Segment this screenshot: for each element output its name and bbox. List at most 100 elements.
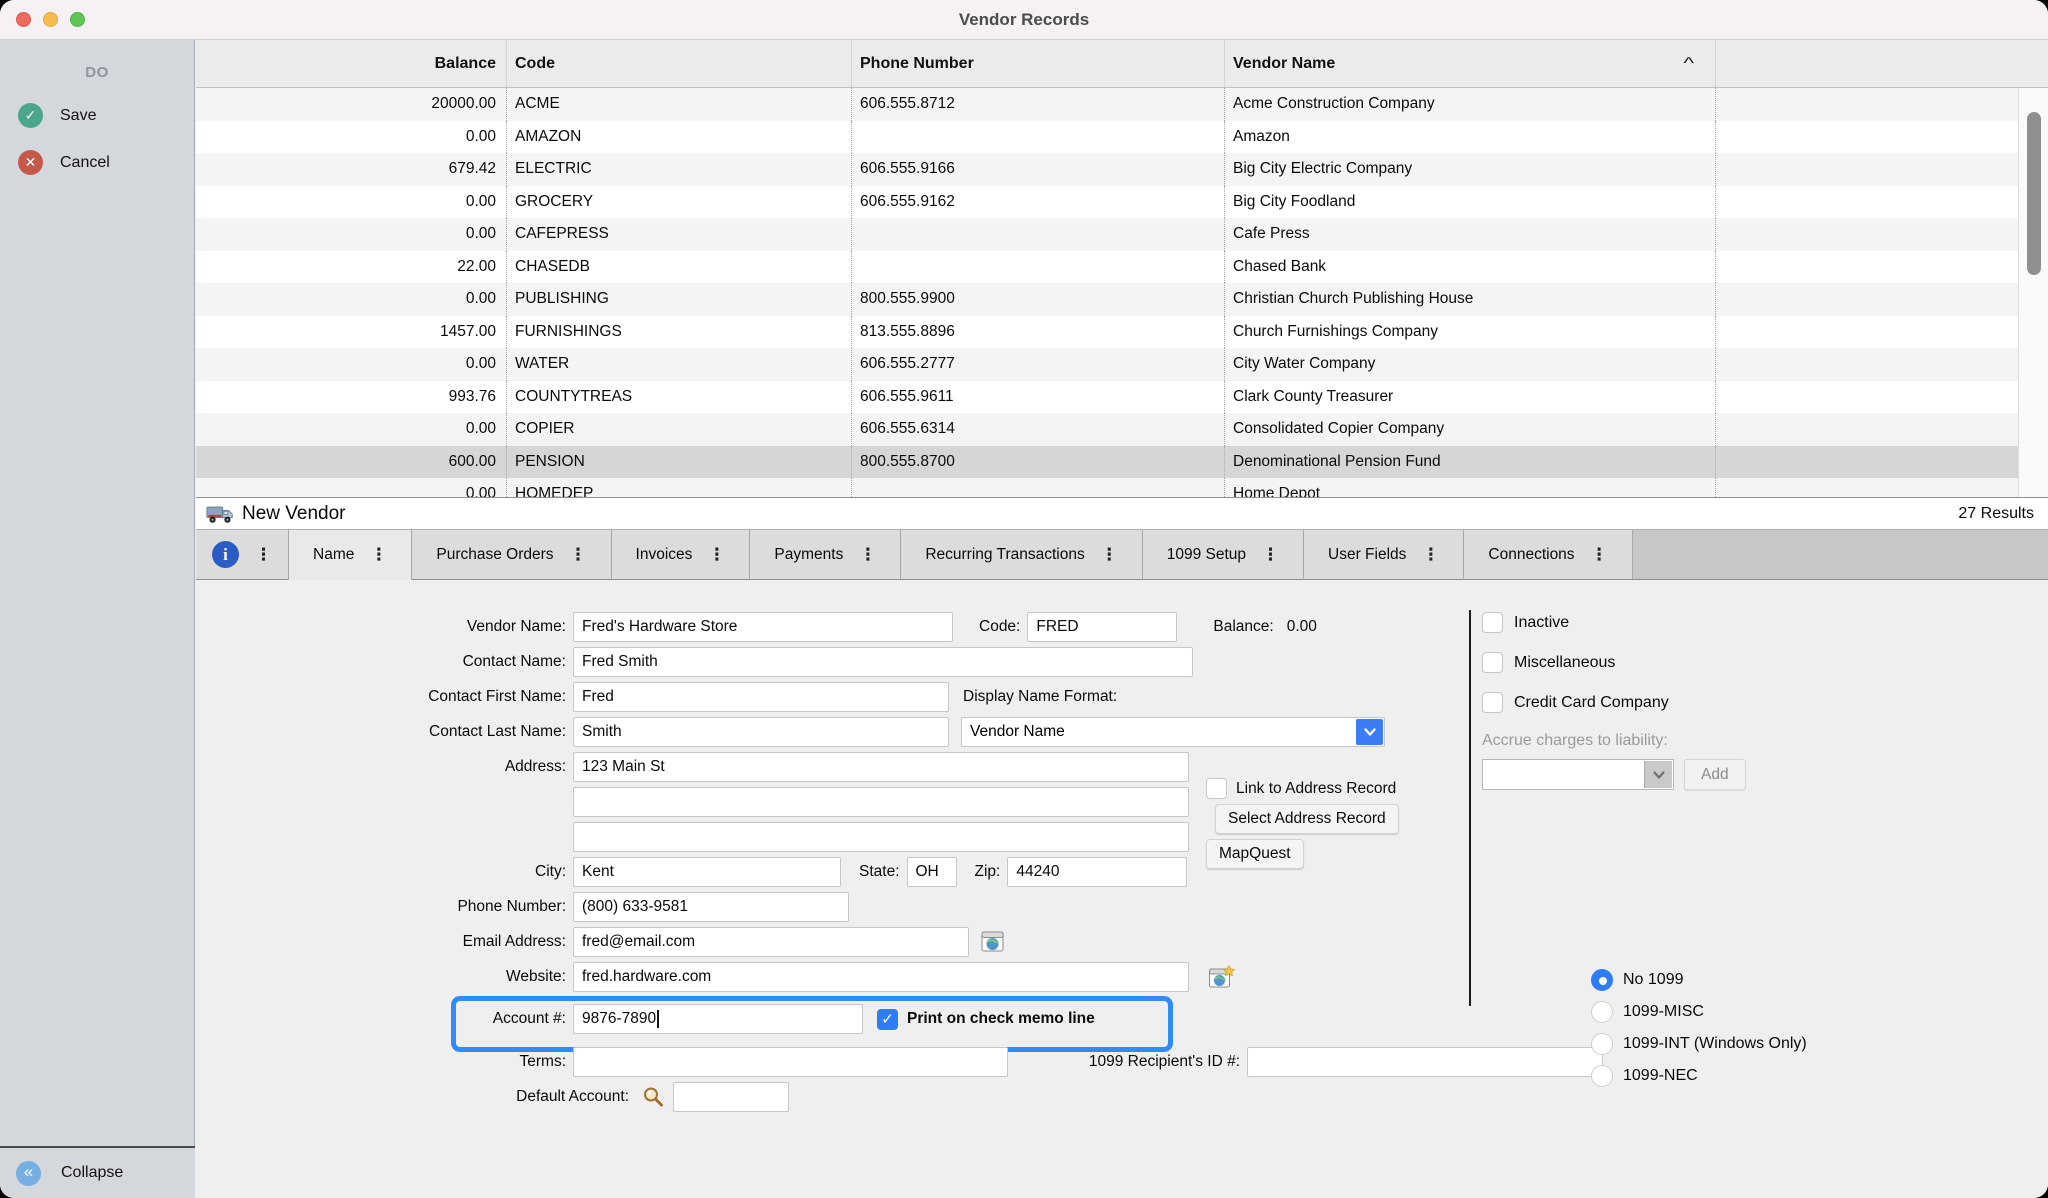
titlebar: Vendor Records [0, 0, 2048, 40]
contact-name-input[interactable]: Fred Smith [573, 647, 1193, 677]
column-header-code[interactable]: Code [507, 40, 852, 87]
close-window-button[interactable] [16, 12, 31, 27]
print-memo-checkbox[interactable]: ✓ [877, 1009, 898, 1030]
vendor-name-input[interactable]: Fred's Hardware Store [573, 612, 953, 642]
tab-label: User Fields [1328, 546, 1406, 564]
radio-button[interactable] [1591, 969, 1613, 991]
miscellaneous-label: Miscellaneous [1514, 654, 1615, 672]
kebab-menu-icon[interactable]: ⋮ [1591, 546, 1608, 563]
cell-balance: 0.00 [196, 413, 507, 446]
table-row[interactable]: 0.00 GROCERY 606.555.9162 Big City Foodl… [196, 186, 2048, 219]
kebab-menu-icon[interactable]: ⋮ [1262, 546, 1279, 563]
tab-invoices[interactable]: Invoices ⋮ [612, 530, 751, 580]
tab-name[interactable]: Name ⋮ [289, 530, 412, 580]
cancel-button[interactable]: ✕ Cancel [0, 150, 194, 175]
column-header-balance[interactable]: Balance [196, 40, 507, 87]
kebab-menu-icon[interactable]: ⋮ [370, 546, 387, 563]
add-liability-button[interactable]: Add [1684, 759, 1746, 790]
email-address-input[interactable]: fred@email.com [573, 927, 969, 957]
address-line2-input[interactable] [573, 787, 1189, 817]
cell-code: ACME [507, 88, 852, 121]
code-input[interactable]: FRED [1027, 612, 1177, 642]
table-row[interactable]: 20000.00 ACME 606.555.8712 Acme Construc… [196, 88, 2048, 121]
address-line1-input[interactable]: 123 Main St [573, 752, 1189, 782]
table-row[interactable]: 22.00 CHASEDB Chased Bank [196, 251, 2048, 284]
contact-last-name-input[interactable]: Smith [573, 717, 949, 747]
select-address-record-button[interactable]: Select Address Record [1215, 804, 1399, 834]
cell-vendor-name: Denominational Pension Fund [1225, 446, 1716, 479]
radio-1099-misc[interactable]: 1099-MISC [1591, 1001, 1807, 1023]
kebab-menu-icon[interactable]: ⋮ [1422, 546, 1439, 563]
phone-number-input[interactable]: (800) 633-9581 [573, 892, 849, 922]
credit-card-company-checkbox[interactable] [1482, 692, 1503, 713]
table-body: 20000.00 ACME 606.555.8712 Acme Construc… [196, 88, 2048, 497]
cell-vendor-name: Cafe Press [1225, 218, 1716, 251]
table-row[interactable]: 600.00 PENSION 800.555.8700 Denomination… [196, 446, 2048, 479]
website-input[interactable]: fred.hardware.com [573, 962, 1189, 992]
table-row[interactable]: 0.00 PUBLISHING 800.555.9900 Christian C… [196, 283, 2048, 316]
table-row[interactable]: 993.76 COUNTYTREAS 606.555.9611 Clark Co… [196, 381, 2048, 414]
state-input[interactable]: OH [907, 857, 957, 887]
zoom-window-button[interactable] [70, 12, 85, 27]
radio-no-1099[interactable]: No 1099 [1591, 969, 1807, 991]
column-header-vendor-name[interactable]: Vendor Name ^ [1225, 40, 1716, 87]
display-name-format-label: Display Name Format: [963, 688, 1117, 706]
radio-button[interactable] [1591, 1065, 1613, 1087]
scrollbar-thumb[interactable] [2027, 112, 2041, 275]
inactive-checkbox[interactable] [1482, 612, 1503, 633]
tab-purchase-orders[interactable]: Purchase Orders ⋮ [412, 530, 611, 580]
table-row[interactable]: 0.00 HOMEDEP Home Depot [196, 478, 2048, 497]
minimize-window-button[interactable] [43, 12, 58, 27]
kebab-menu-icon[interactable]: ⋮ [708, 546, 725, 563]
table-row[interactable]: 0.00 CAFEPRESS Cafe Press [196, 218, 2048, 251]
tab-payments[interactable]: Payments ⋮ [750, 530, 901, 580]
table-scrollbar[interactable] [2018, 88, 2048, 497]
cell-code: AMAZON [507, 121, 852, 154]
tab-connections[interactable]: Connections ⋮ [1464, 530, 1632, 580]
radio-button[interactable] [1591, 1001, 1613, 1023]
collapse-button[interactable]: « Collapse [0, 1146, 195, 1198]
cell-filler [1716, 478, 2048, 497]
table-row[interactable]: 0.00 AMAZON Amazon [196, 121, 2048, 154]
kebab-menu-icon[interactable]: ⋮ [1101, 546, 1118, 563]
table-row[interactable]: 0.00 COPIER 606.555.6314 Consolidated Co… [196, 413, 2048, 446]
kebab-menu-icon[interactable]: ⋮ [859, 546, 876, 563]
contact-first-name-input[interactable]: Fred [573, 682, 949, 712]
email-webpage-icon[interactable] [980, 929, 1006, 955]
save-button[interactable]: ✓ Save [0, 103, 194, 128]
cell-filler [1716, 348, 2048, 381]
kebab-menu-icon[interactable]: ⋮ [255, 546, 272, 563]
terms-input[interactable] [573, 1047, 1008, 1077]
column-header-phone[interactable]: Phone Number [852, 40, 1225, 87]
kebab-menu-icon[interactable]: ⋮ [570, 546, 587, 563]
table-row[interactable]: 679.42 ELECTRIC 606.555.9166 Big City El… [196, 153, 2048, 186]
mapquest-button[interactable]: MapQuest [1206, 839, 1304, 869]
accrue-dropdown-button[interactable] [1644, 761, 1672, 788]
zip-input[interactable]: 44240 [1007, 857, 1187, 887]
save-check-icon: ✓ [18, 103, 43, 128]
dropdown-button[interactable] [1356, 719, 1383, 745]
display-name-format-select[interactable]: Vendor Name [961, 717, 1385, 747]
account-number-input[interactable]: 9876-7890 [573, 1004, 863, 1034]
website-new-page-icon[interactable] [1208, 964, 1235, 991]
accrue-liability-select[interactable] [1482, 759, 1674, 790]
city-input[interactable]: Kent [573, 857, 841, 887]
miscellaneous-checkbox[interactable] [1482, 652, 1503, 673]
default-account-input[interactable] [673, 1082, 789, 1112]
table-row[interactable]: 0.00 WATER 606.555.2777 City Water Compa… [196, 348, 2048, 381]
table-row[interactable]: 1457.00 FURNISHINGS 813.555.8896 Church … [196, 316, 2048, 349]
tab-1099-setup[interactable]: 1099 Setup ⋮ [1143, 530, 1304, 580]
radio-1099-int[interactable]: 1099-INT (Windows Only) [1591, 1033, 1807, 1055]
tab-info[interactable]: i ⋮ [196, 530, 289, 580]
print-memo-label: Print on check memo line [907, 1010, 1095, 1028]
radio-1099-nec[interactable]: 1099-NEC [1591, 1065, 1807, 1087]
tab-recurring-transactions[interactable]: Recurring Transactions ⋮ [901, 530, 1142, 580]
address-line3-input[interactable] [573, 822, 1189, 852]
account-lookup-magnifier-icon[interactable] [641, 1085, 666, 1110]
recipient-id-input[interactable] [1247, 1047, 1603, 1077]
tab-user-fields[interactable]: User Fields ⋮ [1304, 530, 1464, 580]
cell-phone: 606.555.9611 [852, 381, 1225, 414]
radio-button[interactable] [1591, 1033, 1613, 1055]
cell-balance: 679.42 [196, 153, 507, 186]
link-address-checkbox[interactable] [1206, 778, 1227, 799]
